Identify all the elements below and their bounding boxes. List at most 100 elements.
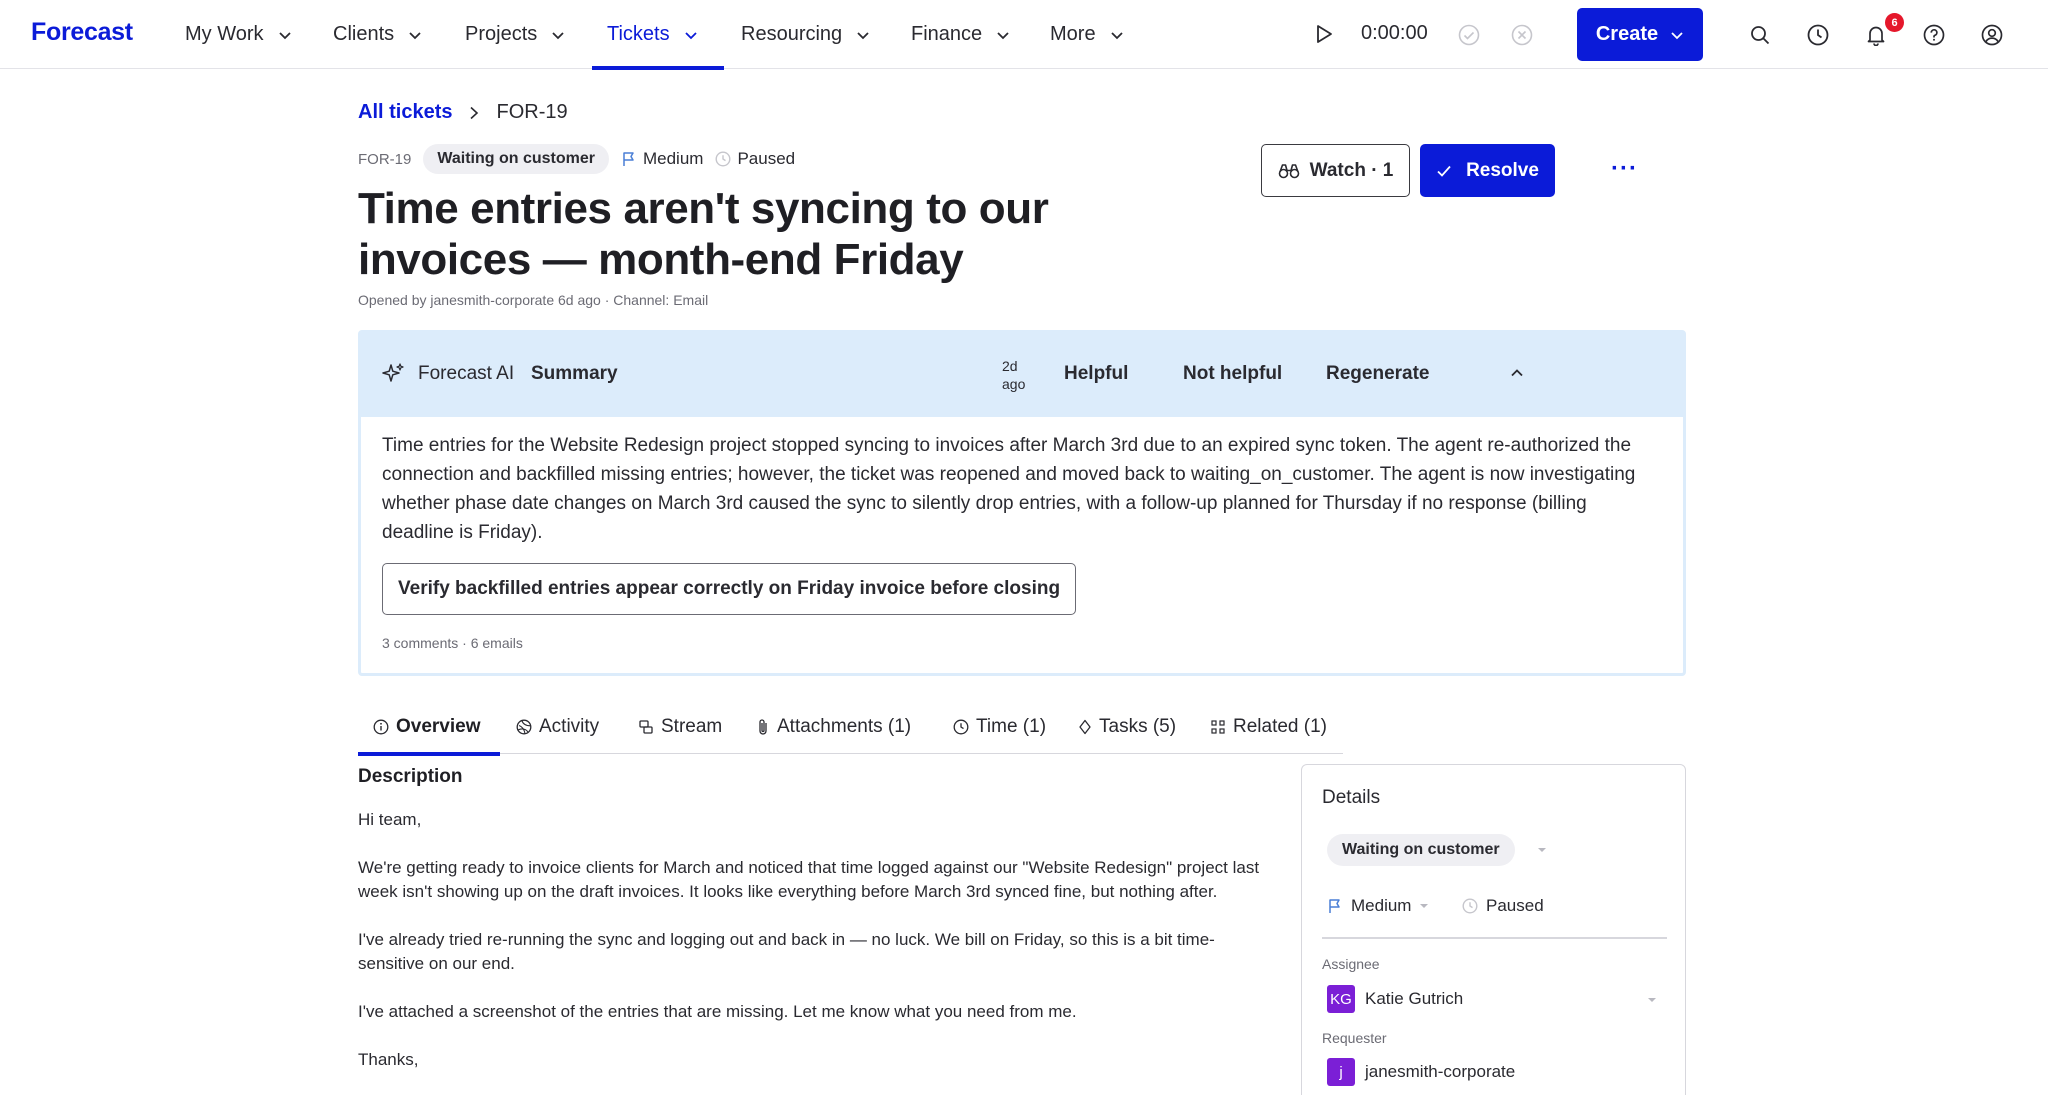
tab-label: Time (1)	[976, 716, 1047, 737]
chevron-down-icon	[552, 31, 564, 39]
details-panel: Details Waiting on customer Medium Pause…	[1301, 764, 1686, 1095]
chevron-down-icon	[684, 31, 697, 39]
timer-save-button[interactable]	[1457, 23, 1481, 47]
tab-overview[interactable]: Overview	[358, 700, 500, 756]
not-helpful-button[interactable]: Not helpful	[1183, 363, 1282, 385]
brand-logo[interactable]: Forecast	[31, 18, 133, 47]
search-icon	[1751, 26, 1770, 45]
time-tracking-button[interactable]	[1806, 23, 1830, 47]
tab-label: Attachments (1)	[777, 716, 912, 737]
clock-icon	[953, 719, 969, 735]
ticket-title: Time entries aren't syncing to our invoi…	[358, 184, 1049, 284]
bell-icon	[1867, 26, 1885, 46]
ai-summary-footer: 3 comments · 6 emails	[382, 635, 523, 651]
chevron-right-icon	[470, 106, 479, 119]
description-body: Hi team, We're getting ready to invoice …	[358, 808, 1268, 1095]
description-paragraph: I've attached a screenshot of the entrie…	[358, 1002, 1077, 1021]
watch-button[interactable]: Watch · 1	[1261, 144, 1410, 197]
sla-label: Paused	[737, 149, 796, 168]
sla-label: Paused	[1486, 896, 1544, 915]
chevron-down-icon	[997, 31, 1009, 39]
flag-icon	[623, 152, 634, 166]
tab-time[interactable]: Time (1)	[953, 700, 1046, 754]
activity-icon	[516, 719, 532, 735]
ai-summary-text: Time entries for the Website Redesign pr…	[382, 435, 1636, 543]
chevron-down-icon	[1671, 31, 1683, 39]
ai-summary-header: Forecast AI Summary 2d ago Helpful Not h…	[361, 333, 1683, 417]
breadcrumb: All tickets FOR-19	[358, 101, 568, 124]
nav-label: Finance	[911, 23, 983, 45]
chevron-up-icon[interactable]	[1509, 365, 1525, 381]
link-nodes-icon	[1211, 720, 1225, 734]
timer-discard-button[interactable]	[1510, 23, 1534, 47]
helpful-button[interactable]: Helpful	[1064, 363, 1128, 385]
search-button[interactable]	[1748, 23, 1772, 47]
paperclip-icon	[759, 719, 767, 735]
requester-label: Requester	[1322, 1030, 1387, 1046]
requester-name[interactable]: janesmith-corporate	[1365, 1062, 1515, 1082]
priority-select[interactable]: Medium	[1327, 896, 1429, 916]
create-button[interactable]: Create	[1577, 8, 1703, 61]
caret-down-icon[interactable]	[1647, 997, 1657, 1003]
binoculars-icon	[1278, 163, 1299, 178]
caret-down-icon[interactable]	[1537, 847, 1547, 853]
tag-icon	[1079, 719, 1091, 735]
nav-clients[interactable]: Clients	[333, 0, 422, 69]
status-badge[interactable]: Waiting on customer	[423, 144, 609, 174]
tab-label: Stream	[661, 716, 723, 737]
more-actions-button[interactable]: ···	[1611, 155, 1638, 183]
nav-projects[interactable]: Projects	[465, 0, 565, 69]
tab-label: Activity	[539, 716, 600, 737]
close-circle-icon	[1511, 24, 1533, 46]
details-heading: Details	[1322, 787, 1381, 808]
nav-label: My Work	[185, 23, 264, 45]
tab-label: Tasks (5)	[1099, 716, 1177, 737]
notifications-button[interactable]	[1864, 23, 1888, 47]
description-paragraph: We're getting ready to invoice clients f…	[358, 858, 1260, 901]
tab-label: Overview	[396, 716, 481, 737]
tab-tasks[interactable]: Tasks (5)	[1078, 700, 1176, 754]
nav-resourcing[interactable]: Resourcing	[741, 0, 870, 69]
timer-display: 0:00:00	[1361, 22, 1428, 44]
help-button[interactable]	[1922, 23, 1946, 47]
tab-label: Related (1)	[1233, 716, 1327, 737]
nav-more[interactable]: More	[1050, 0, 1124, 69]
assignee-name[interactable]: Katie Gutrich	[1365, 989, 1463, 1009]
tab-stream[interactable]: Stream	[638, 700, 722, 754]
tab-related[interactable]: Related (1)	[1210, 700, 1327, 754]
profile-button[interactable]	[1980, 23, 2004, 47]
resolve-button[interactable]: Resolve	[1420, 144, 1555, 197]
user-avatar-icon	[1981, 24, 2003, 46]
assignee-avatar: KG	[1327, 985, 1355, 1013]
active-tab-indicator	[592, 66, 724, 70]
stream-icon	[639, 720, 653, 734]
nav-tickets[interactable]: Tickets	[592, 0, 724, 70]
check-icon	[1437, 165, 1451, 177]
breadcrumb-all-tickets[interactable]: All tickets	[358, 101, 452, 124]
ai-summary-age: 2d ago	[1002, 358, 1026, 392]
nav-label: Resourcing	[741, 23, 843, 45]
notification-count-badge: 6	[1885, 13, 1904, 32]
priority-label: Medium	[642, 149, 704, 168]
resolve-label: Resolve	[1466, 159, 1539, 181]
ticket-id: FOR-19	[358, 150, 412, 168]
timer-play-button[interactable]	[1312, 22, 1336, 46]
regenerate-button[interactable]: Regenerate	[1326, 363, 1430, 385]
clock-icon	[1807, 24, 1829, 46]
priority-indicator[interactable]: Medium	[621, 149, 703, 169]
caret-down-icon	[1420, 904, 1429, 908]
chevron-down-icon	[1110, 31, 1123, 39]
nav-finance[interactable]: Finance	[911, 0, 1010, 69]
ai-suggested-action[interactable]: Verify backfilled entries appear correct…	[382, 563, 1077, 615]
divider	[1322, 937, 1667, 939]
ticket-opened-info: Opened by janesmith-corporate 6d ago · C…	[358, 292, 709, 308]
tab-activity[interactable]: Activity	[516, 700, 599, 754]
description-paragraph: Thanks,	[358, 1050, 419, 1069]
info-icon	[373, 719, 389, 735]
watch-label: Watch · 1	[1309, 159, 1394, 181]
status-select[interactable]: Waiting on customer	[1327, 834, 1515, 866]
active-tab-indicator	[358, 752, 500, 756]
nav-my-work[interactable]: My Work	[185, 0, 292, 69]
tab-attachments[interactable]: Attachments (1)	[756, 700, 911, 754]
chevron-down-icon	[857, 31, 869, 39]
